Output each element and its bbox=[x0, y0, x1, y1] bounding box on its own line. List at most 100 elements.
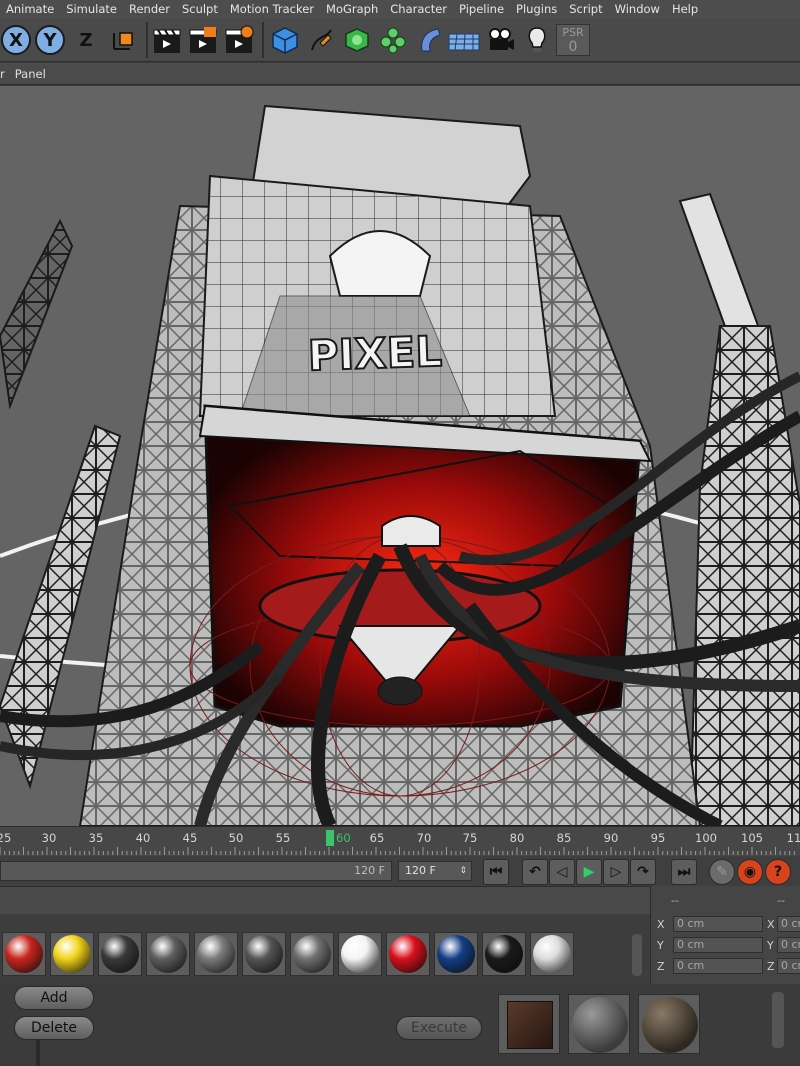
skip-back-icon: ⏮ bbox=[489, 864, 503, 880]
material-swatch[interactable] bbox=[242, 932, 286, 976]
timeline-tick: 95 bbox=[650, 831, 666, 845]
menu-pipeline[interactable]: Pipeline bbox=[453, 0, 510, 18]
timeline-ruler[interactable]: 25 30 35 40 45 50 55 60 65 70 75 80 85 9… bbox=[0, 826, 800, 856]
menu-animate[interactable]: Animate bbox=[0, 0, 60, 18]
coord-axis-label: Z bbox=[767, 960, 775, 973]
left-tower bbox=[0, 218, 74, 410]
z-axis-lock-button[interactable]: Z bbox=[72, 23, 100, 57]
record-active-button[interactable]: ◉ bbox=[737, 859, 763, 885]
motion-record-button[interactable]: ✎ bbox=[709, 859, 735, 885]
coords-header-dash-2: -- bbox=[777, 894, 785, 907]
texture-preview[interactable] bbox=[638, 994, 700, 1054]
floor-button[interactable] bbox=[446, 23, 482, 57]
clapperboard-play-icon bbox=[189, 27, 217, 53]
material-swatch[interactable] bbox=[386, 932, 430, 976]
size-x-value: 0 cr bbox=[781, 917, 800, 930]
menu-render[interactable]: Render bbox=[123, 0, 176, 18]
menu-plugins[interactable]: Plugins bbox=[510, 0, 563, 18]
panel-divider bbox=[36, 1036, 40, 1066]
play-icon: ▶ bbox=[583, 864, 595, 880]
size-y-field[interactable]: 0 cr bbox=[777, 937, 800, 953]
position-x-field[interactable]: 0 cm bbox=[673, 916, 763, 932]
size-x-field[interactable]: 0 cr bbox=[777, 916, 800, 932]
size-z-field[interactable]: 0 cr bbox=[777, 958, 800, 974]
spline-pen-button[interactable] bbox=[304, 23, 338, 57]
timeline-tick: 90 bbox=[603, 831, 619, 845]
menu-sculpt[interactable]: Sculpt bbox=[176, 0, 224, 18]
menu-help[interactable]: Help bbox=[666, 0, 704, 18]
execute-button[interactable]: Execute bbox=[396, 1016, 482, 1040]
x-axis-lock-button[interactable]: X bbox=[0, 23, 32, 57]
coordinates-panel: -- -- X 0 cm X 0 cr Y 0 cm Y 0 cr Z 0 cm… bbox=[650, 886, 800, 986]
play-button[interactable]: ▶ bbox=[576, 859, 602, 885]
cube-icon bbox=[272, 27, 298, 54]
material-swatch[interactable] bbox=[50, 932, 94, 976]
size-z-value: 0 cr bbox=[781, 959, 800, 972]
texture-preview[interactable] bbox=[498, 994, 560, 1054]
add-cube-button[interactable] bbox=[268, 23, 302, 57]
previous-key-button[interactable]: ↶ bbox=[522, 859, 548, 885]
previous-frame-button[interactable]: ◁ bbox=[549, 859, 575, 885]
preview-scrollbar[interactable] bbox=[772, 992, 784, 1048]
menu-motion-tracker[interactable]: Motion Tracker bbox=[224, 0, 320, 18]
psr-value: 0 bbox=[568, 39, 578, 55]
timeline-tick: 70 bbox=[416, 831, 432, 845]
coordinate-system-button[interactable] bbox=[106, 23, 140, 57]
texture-preview[interactable] bbox=[568, 994, 630, 1054]
material-swatch[interactable] bbox=[530, 932, 574, 976]
render-settings-button[interactable] bbox=[222, 23, 256, 57]
material-swatch[interactable] bbox=[290, 932, 334, 976]
material-swatch[interactable] bbox=[2, 932, 46, 976]
menu-simulate[interactable]: Simulate bbox=[60, 0, 123, 18]
go-to-start-button[interactable]: ⏮ bbox=[483, 859, 509, 885]
next-frame-button[interactable]: ▷ bbox=[603, 859, 629, 885]
add-button[interactable]: Add bbox=[14, 986, 94, 1010]
autokey-button[interactable]: ? bbox=[765, 859, 791, 885]
preview-range-slider[interactable]: 120 F bbox=[0, 861, 392, 881]
material-list bbox=[0, 914, 650, 984]
menu-character[interactable]: Character bbox=[384, 0, 453, 18]
max-frame-field[interactable]: 120 F ⇕ bbox=[398, 861, 472, 881]
timeline-tick: 75 bbox=[462, 831, 478, 845]
y-axis-lock-button[interactable]: Y bbox=[34, 23, 66, 57]
previous-key-icon: ↶ bbox=[529, 864, 541, 880]
render-to-picture-viewer-button[interactable] bbox=[186, 23, 220, 57]
position-y-field[interactable]: 0 cm bbox=[673, 937, 763, 953]
menu-script[interactable]: Script bbox=[563, 0, 608, 18]
deformer-button[interactable] bbox=[412, 23, 446, 57]
material-swatch[interactable] bbox=[194, 932, 238, 976]
timeline-tick: 100 bbox=[695, 831, 717, 845]
timeline-playhead[interactable] bbox=[326, 830, 334, 846]
material-scrollbar[interactable] bbox=[632, 934, 642, 976]
next-key-button[interactable]: ↷ bbox=[630, 859, 656, 885]
go-to-end-button[interactable]: ⏭ bbox=[671, 859, 697, 885]
wood-cube-icon bbox=[507, 1001, 553, 1049]
delete-button[interactable]: Delete bbox=[14, 1016, 94, 1040]
timeline-tick: 55 bbox=[275, 831, 291, 845]
material-swatch[interactable] bbox=[98, 932, 142, 976]
next-key-icon: ↷ bbox=[637, 864, 649, 880]
step-back-icon: ◁ bbox=[556, 864, 568, 880]
viewport-menu-panel[interactable]: Panel bbox=[15, 67, 46, 81]
material-swatch[interactable] bbox=[482, 932, 526, 976]
material-sphere-icon bbox=[533, 935, 571, 973]
material-swatch[interactable] bbox=[338, 932, 382, 976]
coords-header-dash: -- bbox=[671, 894, 679, 907]
viewport-menu-filter[interactable]: r bbox=[0, 67, 5, 81]
psr-indicator[interactable]: PSR 0 bbox=[556, 24, 590, 56]
camera-button[interactable] bbox=[484, 23, 518, 57]
material-swatch[interactable] bbox=[146, 932, 190, 976]
material-swatch[interactable] bbox=[434, 932, 478, 976]
record-icon: ◉ bbox=[743, 864, 757, 880]
step-forward-icon: ▷ bbox=[610, 864, 622, 880]
cloner-button[interactable] bbox=[376, 23, 410, 57]
timeline-tick: 85 bbox=[556, 831, 572, 845]
perspective-viewport[interactable]: PIXEL bbox=[0, 86, 800, 826]
light-button[interactable] bbox=[522, 23, 552, 57]
menu-window[interactable]: Window bbox=[609, 0, 666, 18]
menu-mograph[interactable]: MoGraph bbox=[320, 0, 384, 18]
subdivision-surface-button[interactable] bbox=[340, 23, 374, 57]
position-z-field[interactable]: 0 cm bbox=[673, 958, 763, 974]
render-view-button[interactable] bbox=[150, 23, 184, 57]
viewport-scene: PIXEL bbox=[0, 104, 800, 826]
